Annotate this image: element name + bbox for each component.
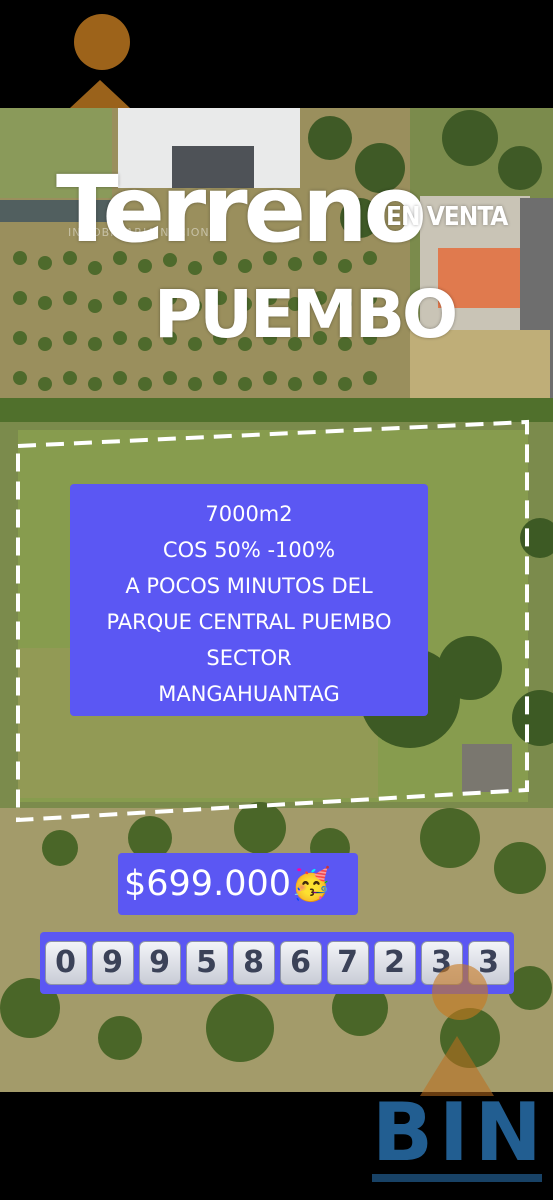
detail-line: MANGAHUANTAG xyxy=(158,682,340,706)
phone-digit: 0 xyxy=(44,941,87,985)
phone-digit: 9 xyxy=(91,941,134,985)
phone-digit: 6 xyxy=(279,941,322,985)
price-badge: $699.000🥳 xyxy=(118,853,358,915)
price-value: $699.000 xyxy=(124,864,292,904)
brand-logo-underline xyxy=(372,1174,542,1182)
detail-line: A POCOS MINUTOS DEL xyxy=(125,574,373,598)
brand-logo: BIN xyxy=(372,1086,548,1179)
phone-digit: 9 xyxy=(138,941,181,985)
detail-line: PARQUE CENTRAL PUEMBO xyxy=(106,610,392,634)
party-face-icon: 🥳 xyxy=(291,865,331,903)
headline-tag: EN VENTA xyxy=(386,202,508,232)
detail-line: COS 50% -100% xyxy=(162,538,336,562)
phone-digit: 5 xyxy=(185,941,228,985)
headline-main: Terreno xyxy=(56,156,427,263)
phone-digit: 8 xyxy=(232,941,275,985)
phone-digit: 2 xyxy=(373,941,416,985)
headline-place: PUEMBO xyxy=(154,276,458,353)
logo-dot-icon xyxy=(74,14,130,70)
watermark-dot-icon xyxy=(432,964,488,1020)
detail-line: SECTOR xyxy=(206,646,292,670)
details-box: 7000m2 COS 50% -100% A POCOS MINUTOS DEL… xyxy=(70,484,428,716)
detail-line: 7000m2 xyxy=(205,502,293,526)
phone-digit: 7 xyxy=(326,941,369,985)
